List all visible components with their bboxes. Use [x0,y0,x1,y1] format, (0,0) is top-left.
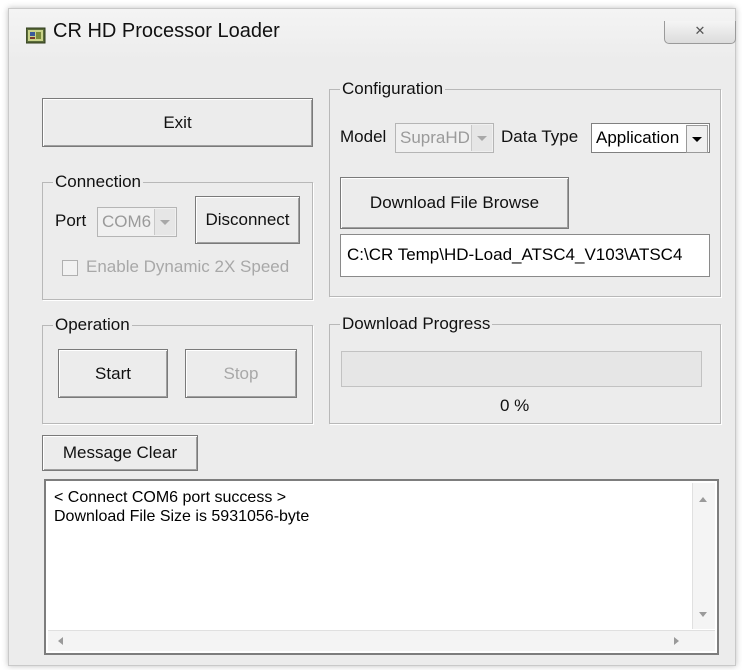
disconnect-button[interactable]: Disconnect [195,196,300,244]
file-path-field[interactable]: C:\CR Temp\HD-Load_ATSC4_V103\ATSC4 [340,234,710,277]
scroll-left-icon[interactable] [58,637,63,645]
download-file-browse-button[interactable]: Download File Browse [340,177,569,229]
app-icon [26,27,46,44]
data-type-select-value: Application [596,128,680,147]
client-area: Exit Connection Port COM6 Disconnect Ena… [29,61,735,665]
download-progress-bar [341,351,702,387]
scroll-right-icon[interactable] [674,637,679,645]
data-type-label: Data Type [501,127,579,146]
scroll-down-icon[interactable] [699,612,707,617]
connection-group-label: Connection [55,172,142,191]
message-line: < Connect COM6 port success > [54,489,287,506]
message-clear-button[interactable]: Message Clear [42,435,198,471]
scroll-up-icon[interactable] [699,497,707,502]
port-select[interactable]: COM6 [97,207,177,237]
model-select-value: SupraHD [400,128,469,147]
download-progress-group-label: Download Progress [342,314,491,333]
stop-button[interactable]: Stop [185,349,297,398]
start-button[interactable]: Start [58,349,168,398]
model-select[interactable]: SupraHD [395,123,494,153]
chevron-down-icon [154,209,175,235]
chevron-down-icon [471,125,492,151]
vertical-scrollbar[interactable] [692,483,715,629]
configuration-group-label: Configuration [342,79,444,98]
model-label: Model [340,127,387,146]
title-bar: CR HD Processor Loader ✕ [9,9,736,61]
port-label: Port [55,211,87,230]
chevron-down-icon[interactable] [686,125,708,153]
close-button[interactable]: ✕ [664,21,736,44]
data-type-select[interactable]: Application [591,123,710,153]
message-line: Download File Size is 5931056-byte [54,508,310,525]
dynamic-speed-label: Enable Dynamic 2X Speed [86,257,290,276]
operation-group-label: Operation [55,315,130,334]
message-log[interactable]: < Connect COM6 port success > Download F… [44,479,719,655]
dynamic-speed-checkbox[interactable] [62,260,78,276]
exit-button[interactable]: Exit [42,98,313,147]
download-progress-percent: 0 % [500,396,530,415]
window-title: CR HD Processor Loader [53,20,280,42]
main-window: CR HD Processor Loader ✕ Exit Connection… [8,8,736,666]
close-icon: ✕ [694,23,706,38]
horizontal-scrollbar[interactable] [48,630,715,651]
port-select-value: COM6 [102,212,152,231]
